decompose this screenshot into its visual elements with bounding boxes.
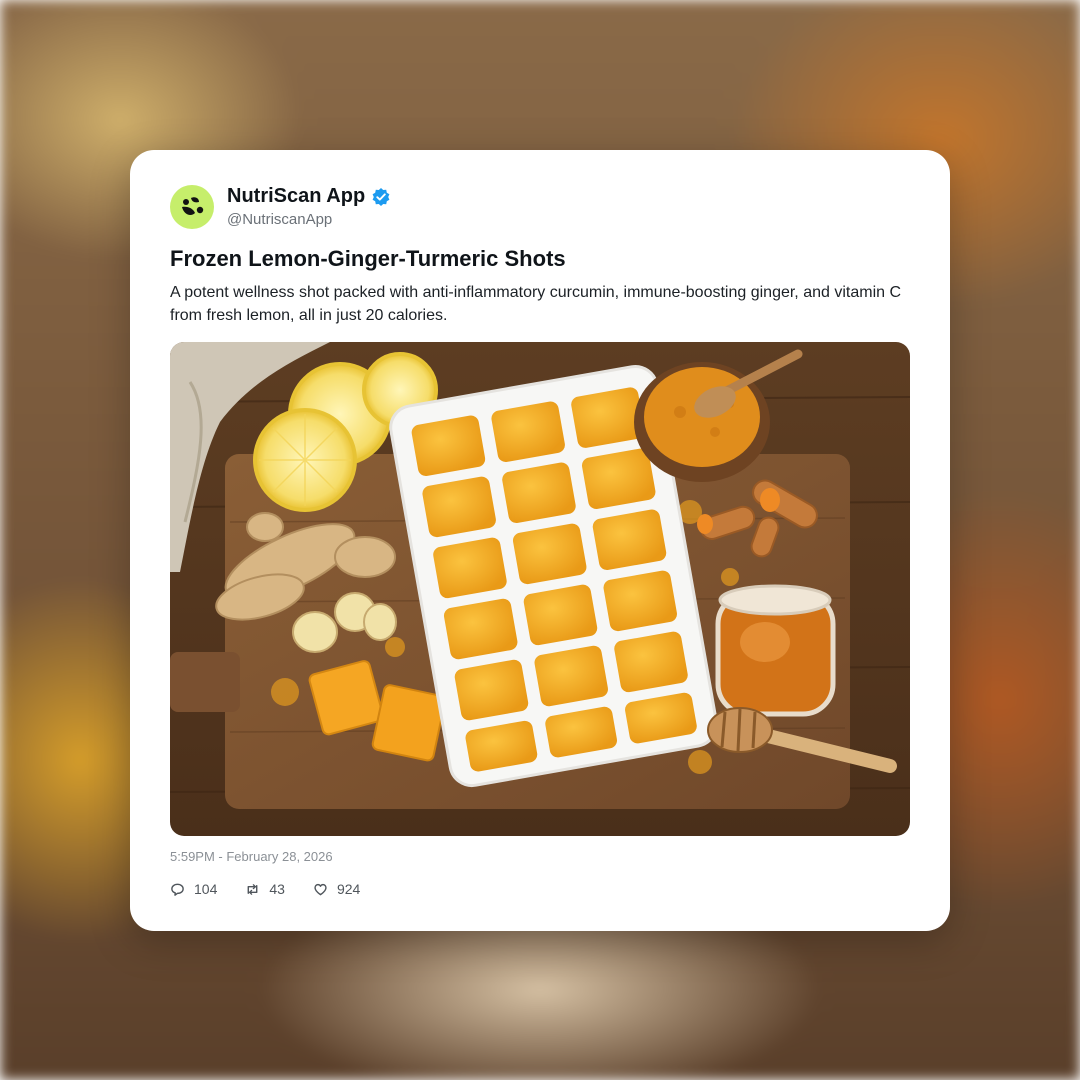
post-card: NutriScan App @NutriscanApp Frozen Lemon… — [130, 150, 950, 931]
post-title: Frozen Lemon-Ginger-Turmeric Shots — [170, 246, 566, 271]
heart-icon — [314, 883, 327, 895]
reply-count: 104 — [194, 881, 218, 897]
post-image[interactable] — [170, 342, 910, 836]
repost-count: 43 — [269, 881, 285, 897]
avatar[interactable] — [170, 185, 214, 229]
food-photo-illustration — [170, 342, 910, 836]
post-timestamp[interactable]: 5:59PM - February 28, 2026 — [170, 849, 333, 864]
post-actions: 104 43 924 — [170, 881, 360, 897]
account-handle[interactable]: @NutriscanApp — [227, 211, 332, 228]
reply-button[interactable]: 104 — [170, 881, 217, 897]
repost-button[interactable]: 43 — [245, 881, 285, 897]
nutriscan-logo-icon — [182, 197, 204, 215]
speech-bubble-icon — [171, 883, 184, 896]
like-count: 924 — [336, 881, 361, 897]
post-body: A potent wellness shot packed with anti-… — [170, 284, 902, 324]
account-name[interactable]: NutriScan App — [227, 185, 365, 208]
repost-icon — [247, 883, 258, 895]
like-button[interactable]: 924 — [313, 881, 360, 897]
verified-badge-icon — [372, 187, 390, 206]
